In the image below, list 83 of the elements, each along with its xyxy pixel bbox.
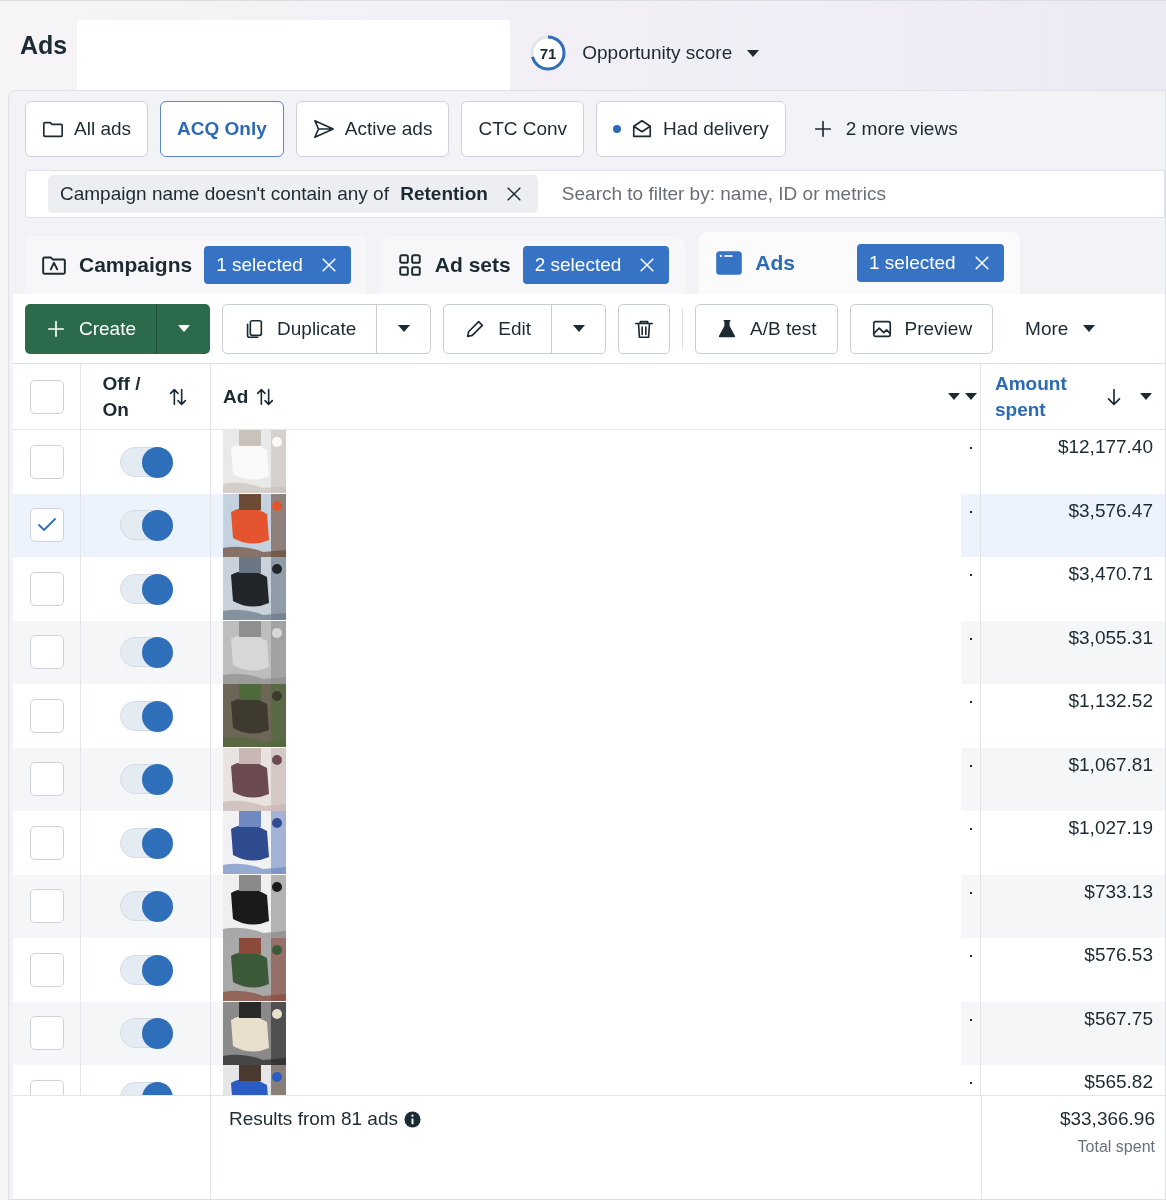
status-dot-icon [613, 125, 622, 133]
amount-spent-cell: $1,027.19 [1068, 817, 1153, 839]
view-tab[interactable]: Had delivery [596, 101, 786, 157]
column-header[interactable]: Off / On [102, 370, 151, 423]
selection-badge[interactable]: 2 selected [522, 246, 670, 284]
window-icon [715, 249, 744, 277]
row-checkbox[interactable] [29, 1016, 64, 1051]
level-tab-label: Ad sets [434, 253, 511, 277]
row-checkbox[interactable] [29, 508, 64, 543]
total-amount: $33,366.96 [1059, 1108, 1155, 1130]
selection-badge[interactable]: 1 selected [204, 246, 351, 284]
toggle-switch[interactable] [119, 954, 172, 985]
badge-label: 1 selected [216, 254, 303, 276]
select-all-checkbox[interactable] [29, 379, 64, 414]
info-icon [403, 1110, 421, 1128]
column-header[interactable]: Ad [223, 383, 249, 410]
more-button[interactable]: More [1005, 303, 1117, 354]
grid-icon [396, 252, 423, 278]
view-tab[interactable]: All ads [25, 101, 149, 157]
amount-spent-cell: $1,132.52 [1068, 690, 1153, 712]
more-views-button[interactable]: 2 more views [797, 101, 972, 157]
toggle-switch[interactable] [119, 510, 172, 541]
delete-button[interactable] [618, 303, 670, 354]
level-tab[interactable]: Ad sets 2 selected [380, 236, 686, 294]
toggle-switch[interactable] [119, 1018, 172, 1049]
caret-icon [571, 324, 586, 333]
level-tab-label: Campaigns [79, 253, 193, 277]
amount-spent-cell: $576.53 [1084, 944, 1153, 966]
search-field[interactable]: Campaign name doesn't contain any of Retention Search to filter by: name, ID or metrics [25, 170, 1165, 218]
caret-icon [1082, 324, 1097, 333]
filter-chip[interactable]: Campaign name doesn't contain any of Retention [48, 175, 538, 213]
row-checkbox[interactable] [29, 635, 64, 670]
row-checkbox[interactable] [29, 825, 64, 860]
toggle-switch[interactable] [119, 700, 172, 731]
ab-test-button[interactable]: A/B test [695, 303, 838, 354]
amount-spent-cell: $3,576.47 [1068, 499, 1153, 522]
view-tab[interactable]: Active ads [295, 101, 450, 157]
preview-button[interactable]: Preview [849, 303, 994, 354]
caret-icon [963, 392, 978, 401]
caret-icon [396, 324, 411, 333]
mail-icon [631, 118, 654, 140]
badge-label: 2 selected [534, 254, 622, 276]
level-tab[interactable]: Ads 1 selected [699, 232, 1020, 294]
caret-icon [947, 392, 961, 401]
caret-icon [176, 324, 191, 333]
filter-chip-label: Campaign name doesn't contain any of Retention [60, 183, 488, 205]
row-checkbox[interactable] [29, 762, 64, 797]
view-tab[interactable]: ACQ Only [160, 101, 284, 157]
opportunity-score-label[interactable]: Opportunity score [582, 42, 733, 64]
row-checkbox[interactable] [29, 952, 64, 987]
toggle-switch[interactable] [119, 827, 172, 858]
row-checkbox[interactable] [29, 444, 64, 479]
amount-spent-cell: $3,055.31 [1068, 626, 1153, 649]
column-header[interactable]: Amount spent [995, 370, 1085, 423]
toggle-switch[interactable] [119, 446, 172, 477]
row-checkbox[interactable] [29, 571, 64, 606]
send-icon [312, 118, 335, 140]
toggle-switch[interactable] [119, 637, 172, 668]
caret-icon [746, 48, 761, 58]
level-tab-label: Ads [755, 251, 795, 275]
toggle-switch[interactable] [119, 891, 172, 922]
caret-icon [1139, 392, 1153, 401]
amount-spent-cell: $567.75 [1084, 1007, 1153, 1030]
row-checkbox[interactable] [29, 889, 64, 924]
badge-label: 1 selected [869, 252, 956, 274]
create-button[interactable]: Create [25, 303, 157, 354]
amount-spent-cell: $565.82 [1084, 1071, 1153, 1093]
amount-spent-cell: $1,067.81 [1068, 753, 1153, 776]
row-checkbox[interactable] [29, 698, 64, 733]
amount-spent-cell: $733.13 [1084, 880, 1153, 903]
level-tab[interactable]: Campaigns 1 selected [25, 236, 367, 294]
duplicate-button[interactable]: Duplicate [223, 304, 377, 353]
edit-button[interactable]: Edit [444, 304, 551, 353]
view-tab[interactable]: CTC Conv [461, 101, 585, 157]
total-label: Total spent [1077, 1138, 1155, 1156]
flask-icon [716, 317, 738, 340]
selection-badge[interactable]: 1 selected [857, 244, 1004, 282]
toggle-switch[interactable] [119, 573, 172, 604]
page-title: Ads [20, 31, 68, 60]
amount-spent-cell: $12,177.40 [1057, 436, 1153, 458]
results-label: Results from 81 ads [229, 1108, 398, 1130]
amount-spent-cell: $3,470.71 [1068, 563, 1153, 585]
toggle-switch[interactable] [119, 764, 172, 795]
